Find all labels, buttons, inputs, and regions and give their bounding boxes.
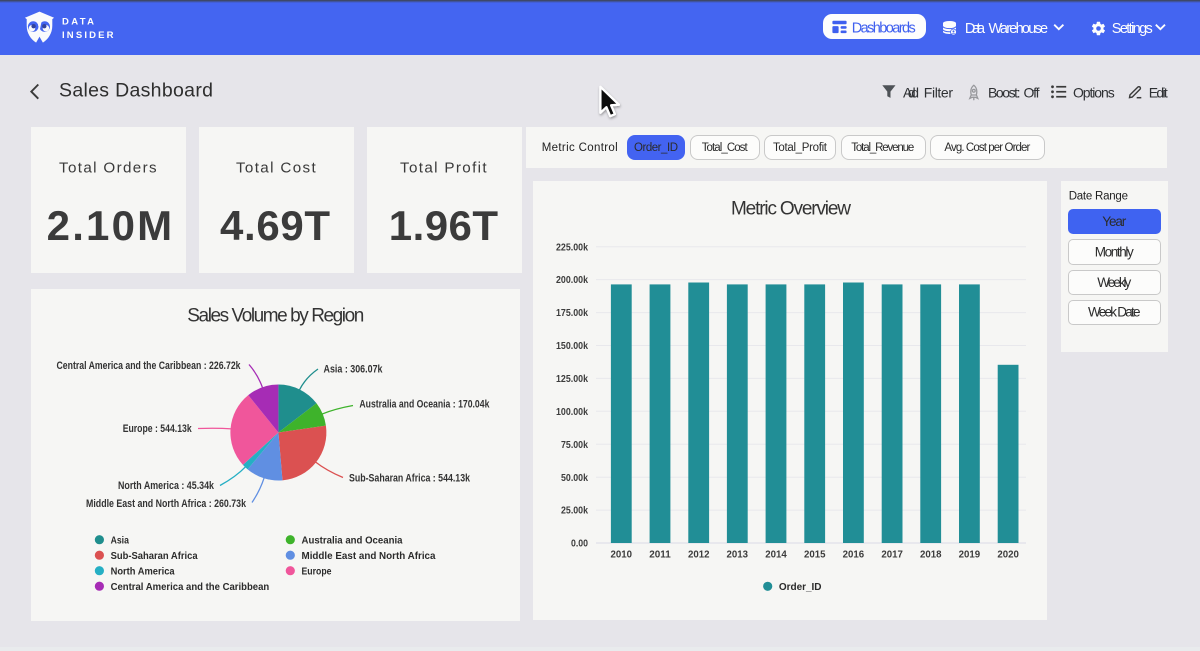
svg-text:2012: 2012 [688, 549, 710, 561]
svg-text:2010: 2010 [611, 549, 633, 561]
svg-text:Middle East and North Africa: Middle East and North Africa [302, 551, 436, 562]
svg-text:2014: 2014 [765, 549, 787, 561]
svg-text:Add: Add [903, 85, 919, 101]
svg-text:2013: 2013 [727, 549, 749, 561]
svg-text:Dashboards: Dashboards [852, 20, 916, 36]
svg-text:Asia: Asia [111, 535, 130, 546]
svg-text:Total Cost: Total Cost [236, 160, 317, 177]
svg-text:Central America and the Caribb: Central America and the Caribbean : 226.… [57, 360, 242, 372]
svg-text:Weekly: Weekly [1097, 275, 1131, 290]
svg-text:Sales Dashboard: Sales Dashboard [59, 80, 213, 102]
svg-text:Sub-Saharan Africa: Sub-Saharan Africa [111, 551, 198, 562]
svg-text:Total Profit: Total Profit [400, 160, 488, 177]
svg-text:Monthly: Monthly [1095, 244, 1134, 259]
svg-text:2.10M: 2.10M [47, 202, 172, 249]
svg-text:2018: 2018 [920, 549, 942, 561]
svg-text:2015: 2015 [804, 549, 826, 561]
svg-text:175.00k: 175.00k [556, 307, 588, 319]
svg-text:Sub-Saharan Africa : 544.13k: Sub-Saharan Africa : 544.13k [349, 472, 471, 484]
svg-text:Year: Year [1102, 214, 1127, 229]
svg-text:Total_Profit: Total_Profit [773, 142, 828, 154]
svg-text:Avg. Cost per Order: Avg. Cost per Order [944, 142, 1030, 154]
svg-text:Metric Control: Metric Control [542, 142, 618, 154]
svg-text:Europe: Europe [302, 566, 332, 577]
svg-text:North America: North America [111, 566, 175, 577]
svg-text:Data: Data [965, 21, 986, 37]
svg-text:Date Range: Date Range [1069, 191, 1128, 203]
svg-text:4.69T: 4.69T [220, 202, 330, 249]
svg-text:Boost:: Boost: [988, 85, 1021, 101]
svg-text:Total_Cost: Total_Cost [702, 142, 749, 154]
svg-text:125.00k: 125.00k [556, 373, 588, 385]
svg-text:Order_ID: Order_ID [634, 142, 678, 154]
svg-text:2011: 2011 [649, 549, 671, 561]
svg-text:Total_Revenue: Total_Revenue [851, 142, 914, 154]
svg-text:Filter: Filter [924, 85, 954, 101]
svg-text:DATA: DATA [62, 17, 94, 28]
svg-text:Warehouse: Warehouse [989, 21, 1049, 37]
svg-text:Central America and the Caribb: Central America and the Caribbean [111, 582, 270, 593]
svg-text:0.00: 0.00 [571, 538, 588, 550]
svg-text:Australia and Oceania : 170.04: Australia and Oceania : 170.04k [359, 399, 490, 411]
svg-text:50.00k: 50.00k [561, 472, 588, 484]
svg-text:2016: 2016 [843, 549, 865, 561]
svg-text:Order_ID: Order_ID [779, 582, 822, 593]
svg-text:North America : 45.34k: North America : 45.34k [118, 480, 215, 492]
svg-text:Week Date: Week Date [1088, 304, 1141, 319]
svg-text:INSIDER: INSIDER [62, 30, 114, 41]
svg-text:Australia and Oceania: Australia and Oceania [302, 535, 403, 546]
svg-text:100.00k: 100.00k [556, 406, 588, 418]
svg-text:Edit: Edit [1149, 85, 1168, 101]
svg-text:Europe : 544.13k: Europe : 544.13k [123, 423, 193, 435]
svg-text:225.00k: 225.00k [556, 241, 588, 253]
svg-text:Options: Options [1073, 85, 1115, 101]
svg-text:200.00k: 200.00k [556, 274, 588, 286]
svg-text:Asia : 306.07k: Asia : 306.07k [324, 363, 384, 375]
svg-text:2019: 2019 [959, 549, 981, 561]
svg-text:2020: 2020 [997, 549, 1019, 561]
svg-text:1.96T: 1.96T [389, 202, 499, 249]
svg-text:Metric Overview: Metric Overview [731, 199, 851, 220]
svg-text:Settings: Settings [1112, 21, 1153, 37]
svg-text:Off: Off [1024, 85, 1040, 101]
svg-text:150.00k: 150.00k [556, 340, 588, 352]
svg-text:Sales Volume by Region: Sales Volume by Region [187, 305, 364, 326]
svg-text:2017: 2017 [881, 549, 903, 561]
svg-text:Middle East and North Africa :: Middle East and North Africa : 260.73k [86, 498, 247, 510]
svg-text:25.00k: 25.00k [561, 505, 588, 517]
svg-text:Total Orders: Total Orders [59, 160, 158, 177]
svg-text:75.00k: 75.00k [561, 439, 588, 451]
